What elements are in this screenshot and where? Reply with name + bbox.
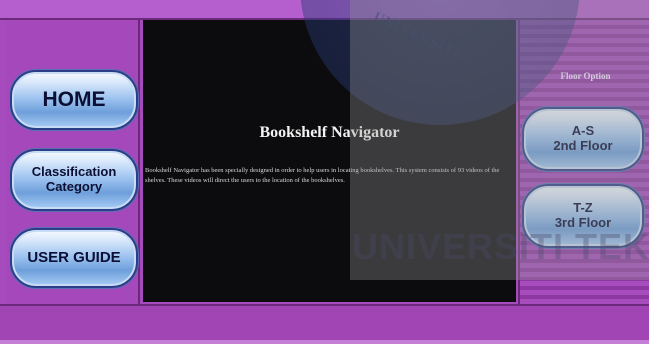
classification-label-line1: Classification <box>31 164 117 180</box>
home-button[interactable]: HOME <box>10 70 138 130</box>
page-description: Bookshelf Navigator has been specially d… <box>145 167 500 184</box>
home-button-label: HOME <box>42 87 106 111</box>
user-guide-button[interactable]: USER GUIDE <box>10 228 138 288</box>
classification-label-line2: Category <box>45 179 103 194</box>
bottom-strip <box>0 304 649 344</box>
classification-category-button[interactable]: Classification Category <box>10 149 138 211</box>
floor-option-heading: Floor Option <box>560 71 611 81</box>
floor-t-z-range: T-Z <box>573 200 593 216</box>
floor-a-s-button[interactable]: A-S 2nd Floor <box>522 107 644 171</box>
floor-a-s-range: A-S <box>571 123 595 139</box>
main-content-panel: Bookshelf Navigator Bookshelf Navigator … <box>143 20 516 302</box>
user-guide-label: USER GUIDE <box>27 249 121 267</box>
floor-a-s-floor: 2nd Floor <box>553 138 613 153</box>
floor-t-z-button[interactable]: T-Z 3rd Floor <box>522 184 644 248</box>
floor-t-z-floor: 3rd Floor <box>554 215 612 230</box>
bottom-bar <box>0 340 649 344</box>
page-title: Bookshelf Navigator <box>259 124 400 141</box>
top-strip <box>0 0 649 20</box>
